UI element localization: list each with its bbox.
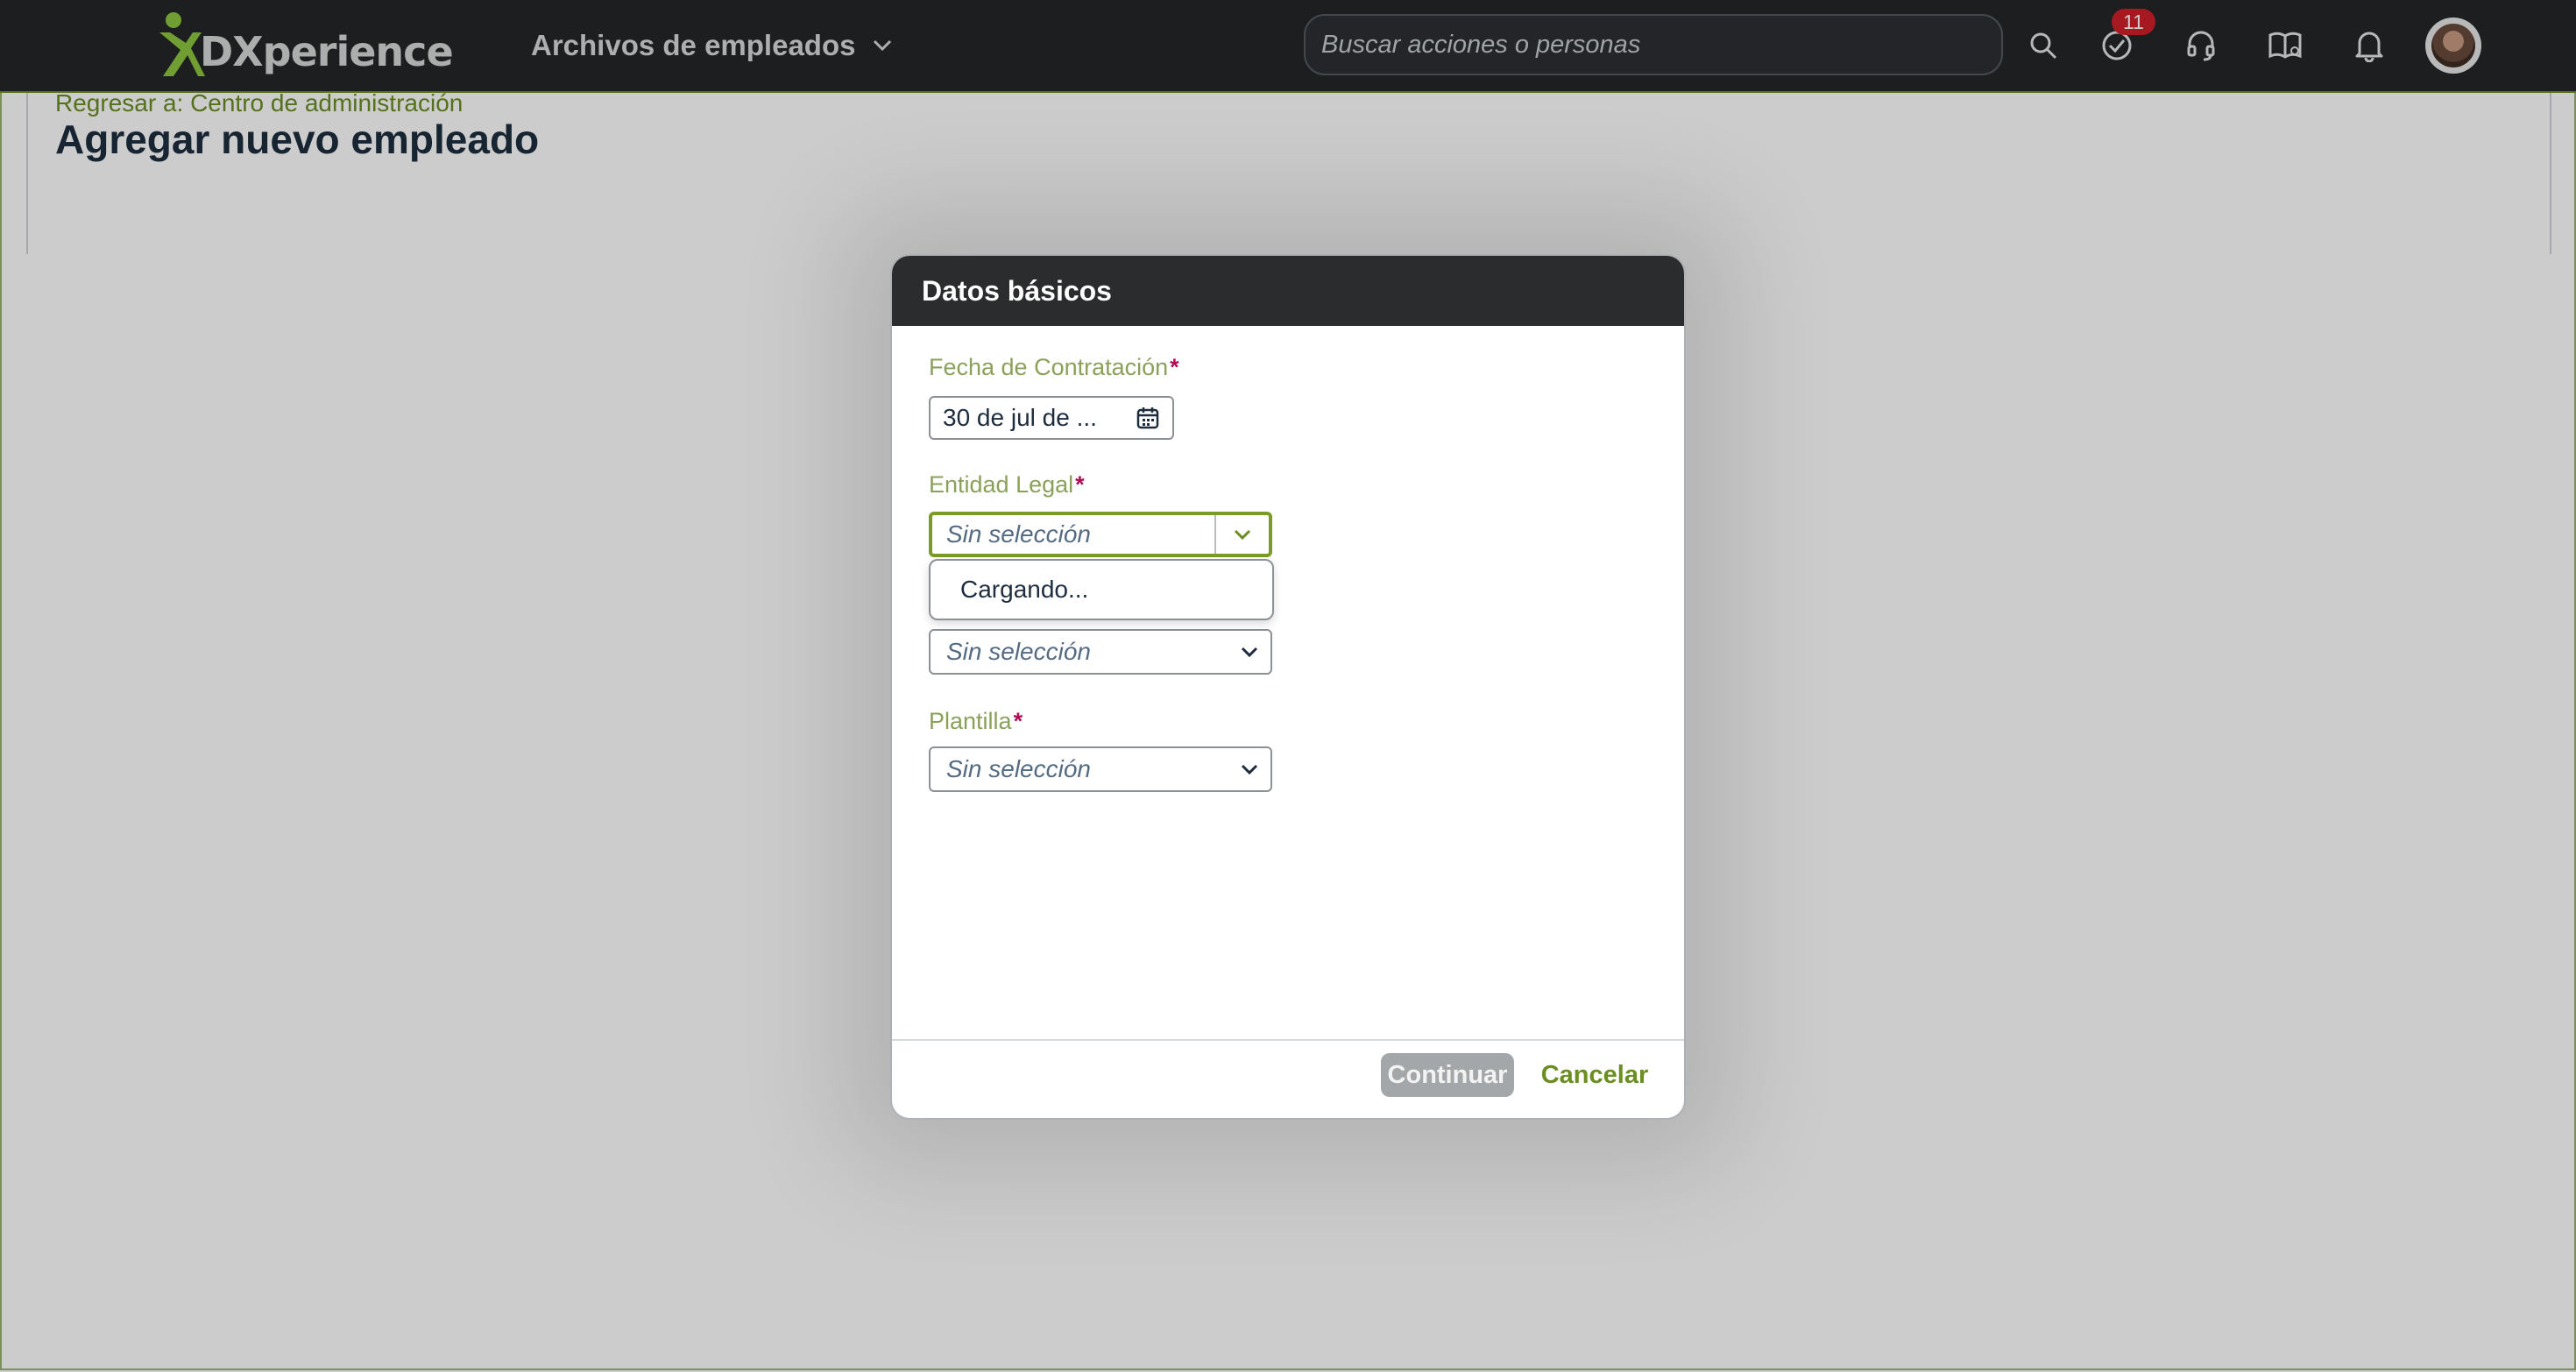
required-asterisk: * [1170,354,1179,380]
dialog-footer: Continuar Cancelar [892,1039,1684,1118]
loading-item: Cargando... [960,576,1089,603]
chevron-down-icon [1241,647,1258,657]
template-label: Plantilla* [929,708,1023,735]
legal-entity-select[interactable]: Sin selección [929,512,1272,557]
hire-date-field[interactable]: 30 de jul de ... [929,396,1174,440]
hire-date-value: 30 de jul de ... [943,404,1097,431]
cancel-button[interactable]: Cancelar [1533,1053,1656,1097]
chevron-down-icon [1234,529,1251,540]
legal-entity-dropdown-list: Cargando... [929,559,1274,620]
calendar-icon[interactable] [1136,406,1160,430]
dialog-header: Datos básicos [892,256,1684,326]
required-asterisk: * [1075,471,1085,498]
hire-date-label: Fecha de Contratación* [929,354,1179,381]
secondary-select[interactable]: Sin selección [929,629,1272,675]
required-asterisk: * [1013,708,1023,734]
legal-entity-placeholder: Sin selección [946,520,1091,548]
legal-entity-label: Entidad Legal* [929,471,1085,499]
chevron-down-icon [1241,764,1258,774]
legal-entity-label-text: Entidad Legal [929,471,1074,498]
template-select[interactable]: Sin selección [929,746,1272,792]
hire-date-label-text: Fecha de Contratación [929,354,1169,380]
basic-data-dialog: Datos básicos Fecha de Contratación* 30 … [892,256,1684,1118]
secondary-select-placeholder: Sin selección [946,638,1091,665]
template-placeholder: Sin selección [946,755,1091,782]
dialog-title: Datos básicos [922,274,1112,307]
continue-button[interactable]: Continuar [1381,1053,1514,1097]
template-label-text: Plantilla [929,708,1012,734]
legal-entity-dropdown-toggle[interactable] [1214,515,1269,554]
